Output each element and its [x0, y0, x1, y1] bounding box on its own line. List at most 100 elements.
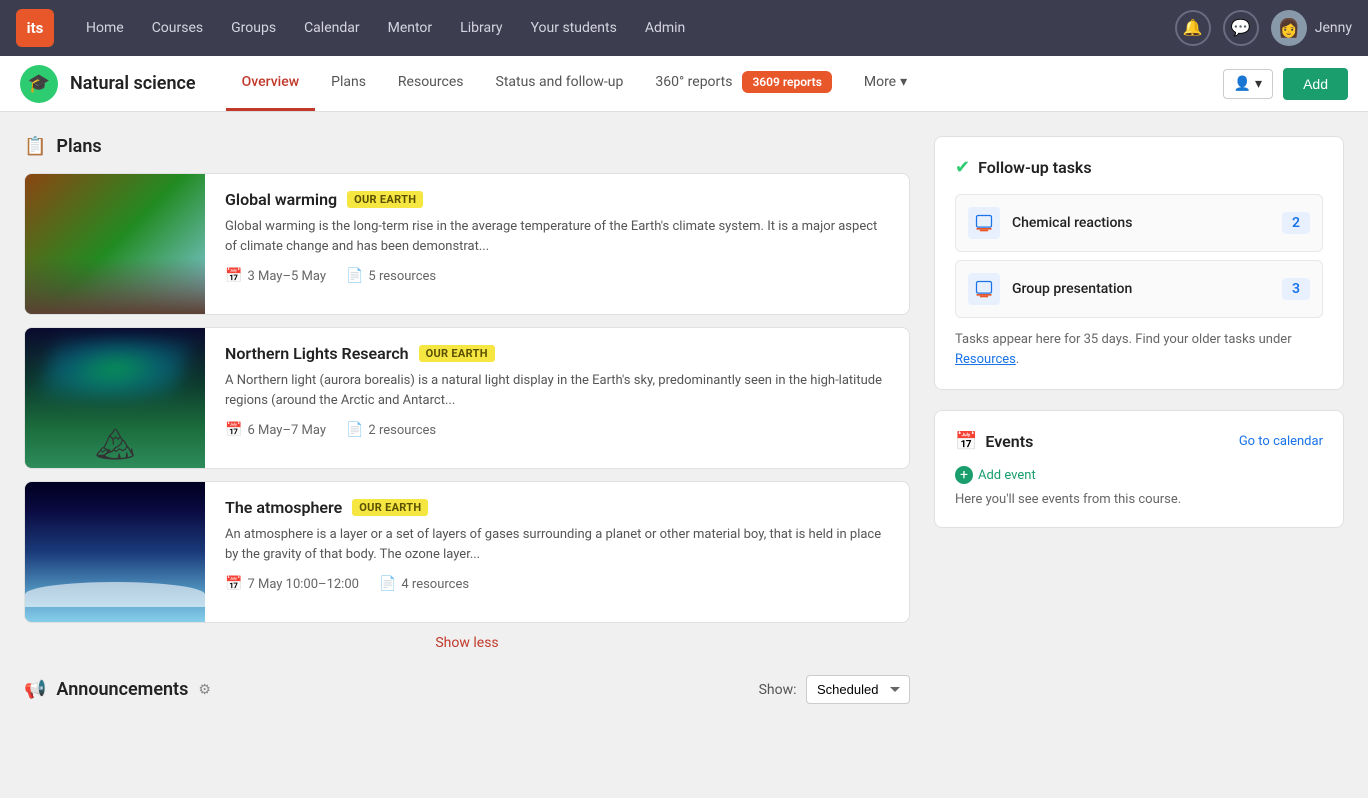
plan-image-northern-lights [25, 328, 205, 468]
user-profile[interactable]: 👩 Jenny [1271, 10, 1352, 46]
task-row-group-presentation[interactable]: Group presentation 3 [955, 260, 1323, 318]
right-column: ✔ Follow-up tasks Chemical reactions 2 [934, 136, 1344, 704]
notification-bell-button[interactable]: 🔔 [1175, 10, 1211, 46]
course-icon: 🎓 [20, 65, 58, 103]
task-count-group: 3 [1282, 278, 1310, 300]
plans-icon: 📋 [24, 136, 46, 157]
plan-resources-northern-lights: 2 resources [368, 423, 436, 438]
show-select[interactable]: Scheduled All Published Draft [806, 675, 910, 704]
secondary-navbar: 🎓 Natural science Overview Plans Resourc… [0, 56, 1368, 112]
plan-body-global-warming: Global warming OUR EARTH Global warming … [205, 174, 909, 314]
plan-meta-atmosphere: 📅 7 May 10:00–12:00 📄 4 resources [225, 576, 889, 592]
events-empty-note: Here you'll see events from this course. [955, 492, 1323, 507]
plan-tag-atmosphere: OUR EARTH [352, 499, 428, 516]
chevron-down-icon: ▾ [900, 74, 907, 90]
add-button[interactable]: Add [1283, 68, 1348, 100]
show-less-container: Show less [24, 635, 910, 651]
nav-groups[interactable]: Groups [219, 12, 288, 44]
reports-badge: 3609 reports [742, 71, 831, 93]
calendar-icon: 📅 [225, 422, 242, 438]
plan-image-atmosphere [25, 482, 205, 622]
nav-library[interactable]: Library [448, 12, 514, 44]
plan-resources-atmosphere: 4 resources [401, 577, 469, 592]
events-actions: + Add event [955, 466, 1323, 484]
tab-360-reports[interactable]: 360° reports 3609 reports [639, 56, 848, 111]
course-title: Natural science [70, 73, 196, 94]
document-icon: 📄 [346, 422, 363, 438]
nav-calendar[interactable]: Calendar [292, 12, 372, 44]
tab-status-followup[interactable]: Status and follow-up [480, 56, 640, 111]
calendar-icon: 📅 [225, 576, 242, 592]
messages-button[interactable]: 💬 [1223, 10, 1259, 46]
events-title: Events [985, 432, 1033, 451]
gear-icon[interactable]: ⚙ [198, 682, 211, 698]
calendar-icon: 📅 [225, 268, 242, 284]
follow-up-title: Follow-up tasks [978, 158, 1092, 177]
task-label-chemical: Chemical reactions [1012, 215, 1282, 231]
add-event-plus-icon: + [955, 466, 973, 484]
document-icon: 📄 [379, 576, 396, 592]
follow-up-section: ✔ Follow-up tasks Chemical reactions 2 [934, 136, 1344, 390]
show-less-link[interactable]: Show less [435, 635, 498, 651]
resources-link[interactable]: Resources [955, 352, 1016, 367]
main-content: 📋 Plans Global warming OUR EARTH Global … [0, 112, 1368, 728]
nav-admin[interactable]: Admin [633, 12, 697, 44]
nav-courses[interactable]: Courses [140, 12, 215, 44]
plan-title-atmosphere: The atmosphere [225, 498, 342, 517]
nav-your-students[interactable]: Your students [519, 12, 629, 44]
events-header-left: 📅 Events [955, 431, 1033, 452]
tab-more[interactable]: More ▾ [848, 56, 923, 111]
calendar-icon: 📅 [955, 431, 977, 452]
plan-desc-global-warming: Global warming is the long-term rise in … [225, 217, 889, 256]
plan-meta-northern-lights: 📅 6 May–7 May 📄 2 resources [225, 422, 889, 438]
top-navbar: its Home Courses Groups Calendar Mentor … [0, 0, 1368, 56]
nav-home[interactable]: Home [74, 12, 136, 44]
plan-image-global-warming [25, 174, 205, 314]
plan-resources-global-warming: 5 resources [368, 269, 436, 284]
plan-tag-global-warming: OUR EARTH [347, 191, 423, 208]
nav-mentor[interactable]: Mentor [376, 12, 445, 44]
person-icon: 👤 [1234, 76, 1251, 92]
check-icon: ✔ [955, 157, 970, 178]
plan-body-atmosphere: The atmosphere OUR EARTH An atmosphere i… [205, 482, 909, 622]
tab-resources[interactable]: Resources [382, 56, 480, 111]
plan-title-northern-lights: Northern Lights Research [225, 344, 409, 363]
plan-card-global-warming[interactable]: Global warming OUR EARTH Global warming … [24, 173, 910, 315]
task-label-group: Group presentation [1012, 281, 1282, 297]
plans-section-header: 📋 Plans [24, 136, 910, 157]
plan-card-atmosphere[interactable]: The atmosphere OUR EARTH An atmosphere i… [24, 481, 910, 623]
follow-up-note: Tasks appear here for 35 days. Find your… [955, 330, 1323, 369]
tab-plans[interactable]: Plans [315, 56, 382, 111]
avatar: 👩 [1271, 10, 1307, 46]
plan-meta-global-warming: 📅 3 May–5 May 📄 5 resources [225, 268, 889, 284]
plan-desc-northern-lights: A Northern light (aurora borealis) is a … [225, 371, 889, 410]
document-icon: 📄 [346, 268, 363, 284]
tab-overview[interactable]: Overview [226, 56, 315, 111]
user-name: Jenny [1315, 20, 1352, 36]
go-to-calendar-link[interactable]: Go to calendar [1239, 434, 1323, 449]
chevron-down-icon: ▾ [1255, 76, 1262, 92]
task-icon-chemical [968, 207, 1000, 239]
user-switcher[interactable]: 👤 ▾ [1223, 69, 1273, 99]
sec-nav-right: 👤 ▾ Add [1223, 68, 1348, 100]
plan-tag-northern-lights: OUR EARTH [419, 345, 495, 362]
top-nav-right: 🔔 💬 👩 Jenny [1175, 10, 1352, 46]
plan-date-northern-lights: 6 May–7 May [247, 423, 326, 438]
announcements-header: 📢 Announcements ⚙ Show: Scheduled All Pu… [24, 675, 910, 704]
plan-date-atmosphere: 7 May 10:00–12:00 [247, 577, 359, 592]
announcements-title: Announcements [56, 679, 188, 700]
top-nav-links: Home Courses Groups Calendar Mentor Libr… [74, 12, 1175, 44]
plan-date-global-warming: 3 May–5 May [247, 269, 326, 284]
plan-title-global-warming: Global warming [225, 190, 337, 209]
events-section: 📅 Events Go to calendar + Add event Here… [934, 410, 1344, 528]
left-column: 📋 Plans Global warming OUR EARTH Global … [24, 136, 910, 704]
events-header: 📅 Events Go to calendar [955, 431, 1323, 452]
plan-card-northern-lights[interactable]: Northern Lights Research OUR EARTH A Nor… [24, 327, 910, 469]
show-label: Show: [759, 682, 797, 698]
task-icon-group [968, 273, 1000, 305]
app-logo[interactable]: its [16, 9, 54, 47]
follow-up-header: ✔ Follow-up tasks [955, 157, 1323, 178]
megaphone-icon: 📢 [24, 679, 46, 700]
task-row-chemical-reactions[interactable]: Chemical reactions 2 [955, 194, 1323, 252]
add-event-link[interactable]: + Add event [955, 466, 1036, 484]
